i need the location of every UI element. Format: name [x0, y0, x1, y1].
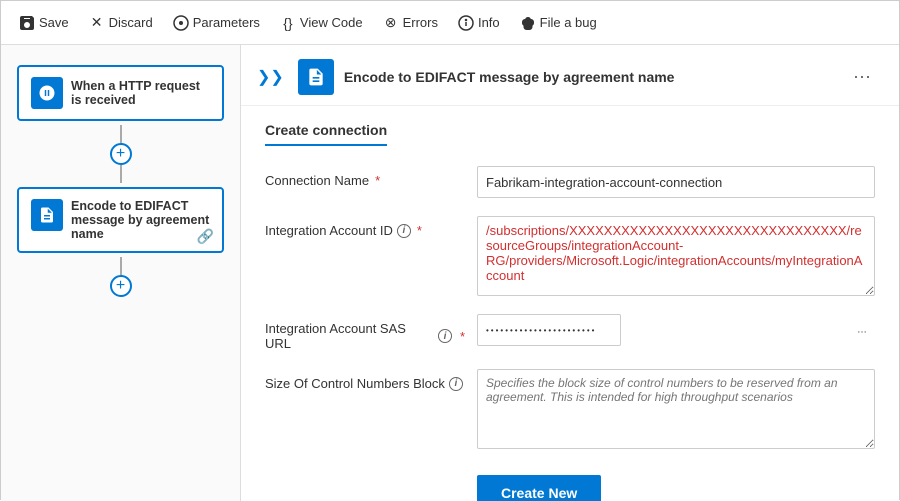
- sas-url-wrapper: …: [477, 314, 875, 346]
- add-step-button-1[interactable]: +: [110, 143, 132, 165]
- file-a-bug-label: File a bug: [540, 15, 597, 30]
- connection-name-row: Connection Name *: [265, 166, 875, 198]
- errors-button[interactable]: ⊗ Errors: [375, 11, 446, 35]
- connector-1: +: [17, 125, 224, 183]
- info-circle-icon-3[interactable]: i: [449, 377, 463, 391]
- info-button[interactable]: Info: [450, 11, 508, 35]
- parameters-label: Parameters: [193, 15, 260, 30]
- discard-icon: ✕: [89, 15, 105, 31]
- encode-edifact-label: Encode to EDIFACT message by agreement n…: [71, 199, 210, 241]
- create-new-wrapper: Create New: [477, 467, 875, 501]
- view-code-label: View Code: [300, 15, 363, 30]
- integration-account-id-input[interactable]: /subscriptions/XXXXXXXXXXXXXXXXXXXXXXXXX…: [477, 216, 875, 296]
- errors-label: Errors: [403, 15, 438, 30]
- action-title-icon: [298, 59, 334, 95]
- info-icon: [458, 15, 474, 31]
- http-trigger-icon: [31, 77, 63, 109]
- connector-line-3: [120, 257, 122, 275]
- http-trigger-label: When a HTTP request is received: [71, 79, 210, 107]
- connection-name-label: Connection Name *: [265, 166, 465, 188]
- right-panel: ❯❯ Encode to EDIFACT message by agreemen…: [241, 45, 899, 501]
- bug-icon: [520, 15, 536, 31]
- required-star-3: *: [460, 329, 465, 344]
- integration-account-sas-url-row: Integration Account SAS URL i * …: [265, 314, 875, 351]
- main-content: When a HTTP request is received + Encode…: [1, 45, 899, 501]
- integration-account-id-label: Integration Account ID i *: [265, 216, 465, 238]
- chain-icon: 🔗: [197, 228, 214, 245]
- connector-2: +: [17, 257, 224, 297]
- required-star-2: *: [417, 223, 422, 238]
- info-circle-icon-1[interactable]: i: [397, 224, 411, 238]
- integration-account-sas-url-label: Integration Account SAS URL i *: [265, 314, 465, 351]
- connector-line-1: [120, 125, 122, 143]
- create-new-button[interactable]: Create New: [477, 475, 601, 501]
- parameters-icon: [173, 15, 189, 31]
- action-menu-button[interactable]: ⋯: [845, 63, 879, 92]
- expand-icon: ❯❯: [257, 67, 284, 87]
- errors-icon: ⊗: [383, 15, 399, 31]
- section-title: Create connection: [265, 122, 387, 146]
- view-code-icon: {}: [280, 15, 296, 31]
- encode-edifact-icon: [31, 199, 63, 231]
- action-header-left: ❯❯ Encode to EDIFACT message by agreemen…: [257, 59, 674, 95]
- save-label: Save: [39, 15, 69, 30]
- discard-button[interactable]: ✕ Discard: [81, 11, 161, 35]
- action-title: Encode to EDIFACT message by agreement n…: [344, 69, 675, 85]
- size-control-numbers-input[interactable]: [477, 369, 875, 449]
- info-label: Info: [478, 15, 500, 30]
- form-area: Create connection Connection Name * Inte…: [241, 106, 899, 501]
- action-header: ❯❯ Encode to EDIFACT message by agreemen…: [241, 45, 899, 106]
- integration-account-id-row: Integration Account ID i * /subscription…: [265, 216, 875, 296]
- file-a-bug-button[interactable]: File a bug: [512, 11, 605, 35]
- http-trigger-node[interactable]: When a HTTP request is received: [17, 65, 224, 121]
- save-button[interactable]: Save: [11, 11, 77, 35]
- connector-line-2: [120, 165, 122, 183]
- integration-account-sas-url-input[interactable]: [477, 314, 621, 346]
- size-control-numbers-row: Size Of Control Numbers Block i: [265, 369, 875, 449]
- url-truncation-indicator: …: [857, 325, 867, 336]
- connection-name-input[interactable]: [477, 166, 875, 198]
- parameters-button[interactable]: Parameters: [165, 11, 268, 35]
- discard-label: Discard: [109, 15, 153, 30]
- left-panel: When a HTTP request is received + Encode…: [1, 45, 241, 501]
- required-star-1: *: [375, 173, 380, 188]
- add-step-button-2[interactable]: +: [110, 275, 132, 297]
- encode-edifact-node[interactable]: Encode to EDIFACT message by agreement n…: [17, 187, 224, 253]
- view-code-button[interactable]: {} View Code: [272, 11, 371, 35]
- save-icon: [19, 15, 35, 31]
- toolbar: Save ✕ Discard Parameters {} View Code ⊗…: [1, 1, 899, 45]
- info-circle-icon-2[interactable]: i: [438, 329, 452, 343]
- size-control-numbers-label: Size Of Control Numbers Block i: [265, 369, 465, 391]
